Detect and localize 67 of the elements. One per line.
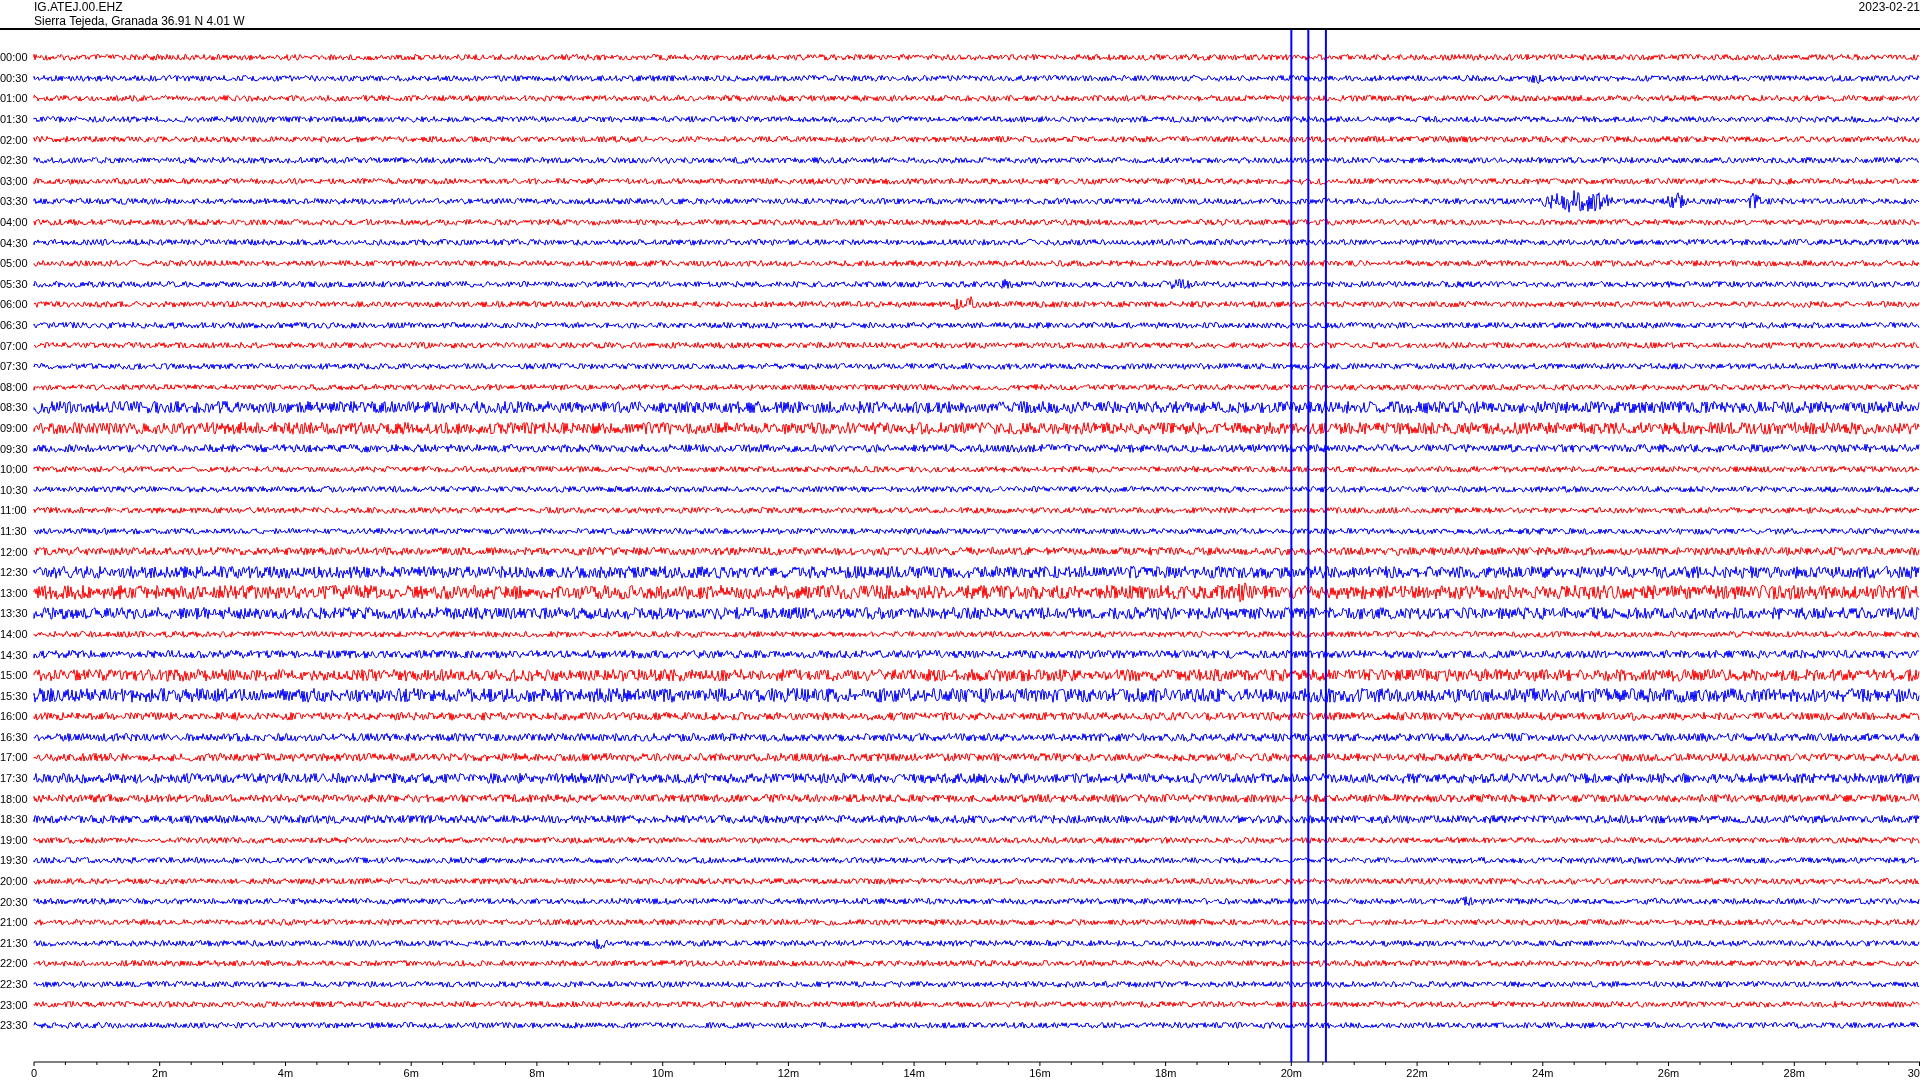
time-label: 13:00 xyxy=(0,586,29,599)
time-label: 04:00 xyxy=(0,216,29,229)
time-label: 12:30 xyxy=(0,566,29,579)
time-label: 22:00 xyxy=(0,957,29,970)
date-label: 2023-02-21 xyxy=(1858,0,1920,16)
time-label: 18:30 xyxy=(0,813,29,826)
axis-label: 18m xyxy=(1154,1067,1177,1079)
time-label: 19:30 xyxy=(0,854,29,867)
time-label: 02:30 xyxy=(0,154,29,167)
time-label: 16:00 xyxy=(0,710,29,723)
time-label: 21:00 xyxy=(0,916,29,929)
time-label: 20:30 xyxy=(0,895,29,908)
time-label: 08:00 xyxy=(0,380,29,393)
time-label: 06:30 xyxy=(0,319,29,331)
time-label: 12:00 xyxy=(0,545,29,558)
axis-label: 14m xyxy=(903,1067,925,1079)
time-label: 22:30 xyxy=(0,978,29,990)
axis-label: 12m xyxy=(777,1067,800,1079)
axis-label: 26m xyxy=(1657,1067,1680,1079)
time-label: 13:30 xyxy=(0,607,29,620)
time-label: 17:30 xyxy=(0,772,29,785)
time-label: 03:30 xyxy=(0,195,29,208)
time-label: 01:00 xyxy=(0,92,29,105)
time-label: 07:00 xyxy=(0,339,29,352)
time-label: 19:00 xyxy=(0,833,29,846)
time-label: 03:00 xyxy=(0,174,29,187)
time-label: 14:30 xyxy=(0,648,29,661)
axis-label: 2m xyxy=(152,1067,168,1079)
time-label: 10:00 xyxy=(0,463,29,476)
axis-label: 10m xyxy=(651,1067,674,1079)
time-label: 23:00 xyxy=(0,998,29,1011)
axis-label: 20m xyxy=(1280,1067,1303,1079)
time-label: 05:00 xyxy=(0,257,29,270)
axis-label: 28m xyxy=(1783,1067,1805,1079)
time-label: 08:30 xyxy=(0,401,29,414)
axis-label: 16m xyxy=(1029,1067,1051,1079)
axis-label: 24m xyxy=(1532,1067,1554,1079)
axis-label: 8m xyxy=(529,1067,545,1079)
station-code: IG.ATEJ.00.EHZ xyxy=(34,0,124,14)
time-label: 11:30 xyxy=(0,524,28,537)
time-label: 04:30 xyxy=(0,236,29,249)
time-label: 01:30 xyxy=(0,113,29,126)
time-label: 02:00 xyxy=(0,133,29,146)
time-label: 05:30 xyxy=(0,277,29,290)
time-label: 15:00 xyxy=(0,669,29,682)
time-label: 07:30 xyxy=(0,360,29,373)
time-label: 17:00 xyxy=(0,751,29,764)
time-label: 11:00 xyxy=(0,504,28,517)
time-label: 23:30 xyxy=(0,1019,29,1032)
time-label: 06:00 xyxy=(0,298,29,311)
time-label: 18:00 xyxy=(0,792,29,805)
time-label: 00:00 xyxy=(0,51,29,64)
axis-label: 22m xyxy=(1406,1067,1428,1079)
axis-label: 4m xyxy=(277,1067,294,1079)
time-label: 09:00 xyxy=(0,422,29,434)
time-label: 09:30 xyxy=(0,442,29,455)
axis-label: 6m xyxy=(403,1067,419,1079)
time-label: 20:00 xyxy=(0,875,29,888)
time-label: 14:00 xyxy=(0,627,29,640)
time-label: 21:30 xyxy=(0,936,29,949)
axis-label: 30 xyxy=(1907,1067,1920,1079)
time-label: 15:30 xyxy=(0,689,29,702)
station-location: Sierra Tejeda, Granada 36.91 N 4.01 W xyxy=(34,14,245,28)
time-label: 16:30 xyxy=(0,730,29,743)
time-label: 00:30 xyxy=(0,71,29,84)
axis-label: 0 xyxy=(31,1067,38,1079)
time-label: 10:30 xyxy=(0,483,29,496)
